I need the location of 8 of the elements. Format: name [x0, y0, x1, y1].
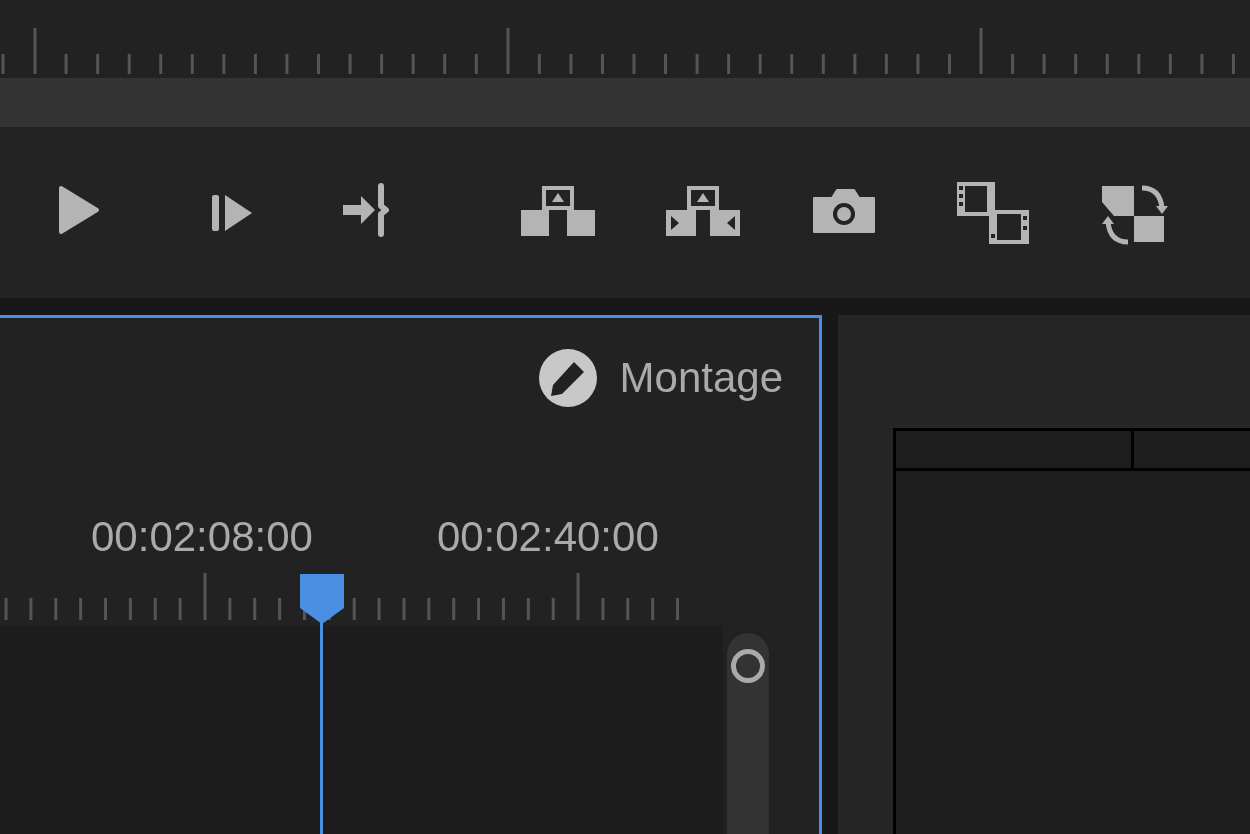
scroll-bar[interactable]: [727, 633, 769, 834]
sequence-title: Montage: [619, 353, 783, 402]
step-forward-icon: [210, 193, 254, 232]
timecode-label: 00:02:08:00: [91, 514, 313, 560]
playhead[interactable]: [298, 572, 346, 834]
timecode-label: 00:02:40:00: [436, 514, 659, 560]
scroll-handle[interactable]: [731, 649, 765, 683]
edit-icon[interactable]: [537, 347, 598, 408]
